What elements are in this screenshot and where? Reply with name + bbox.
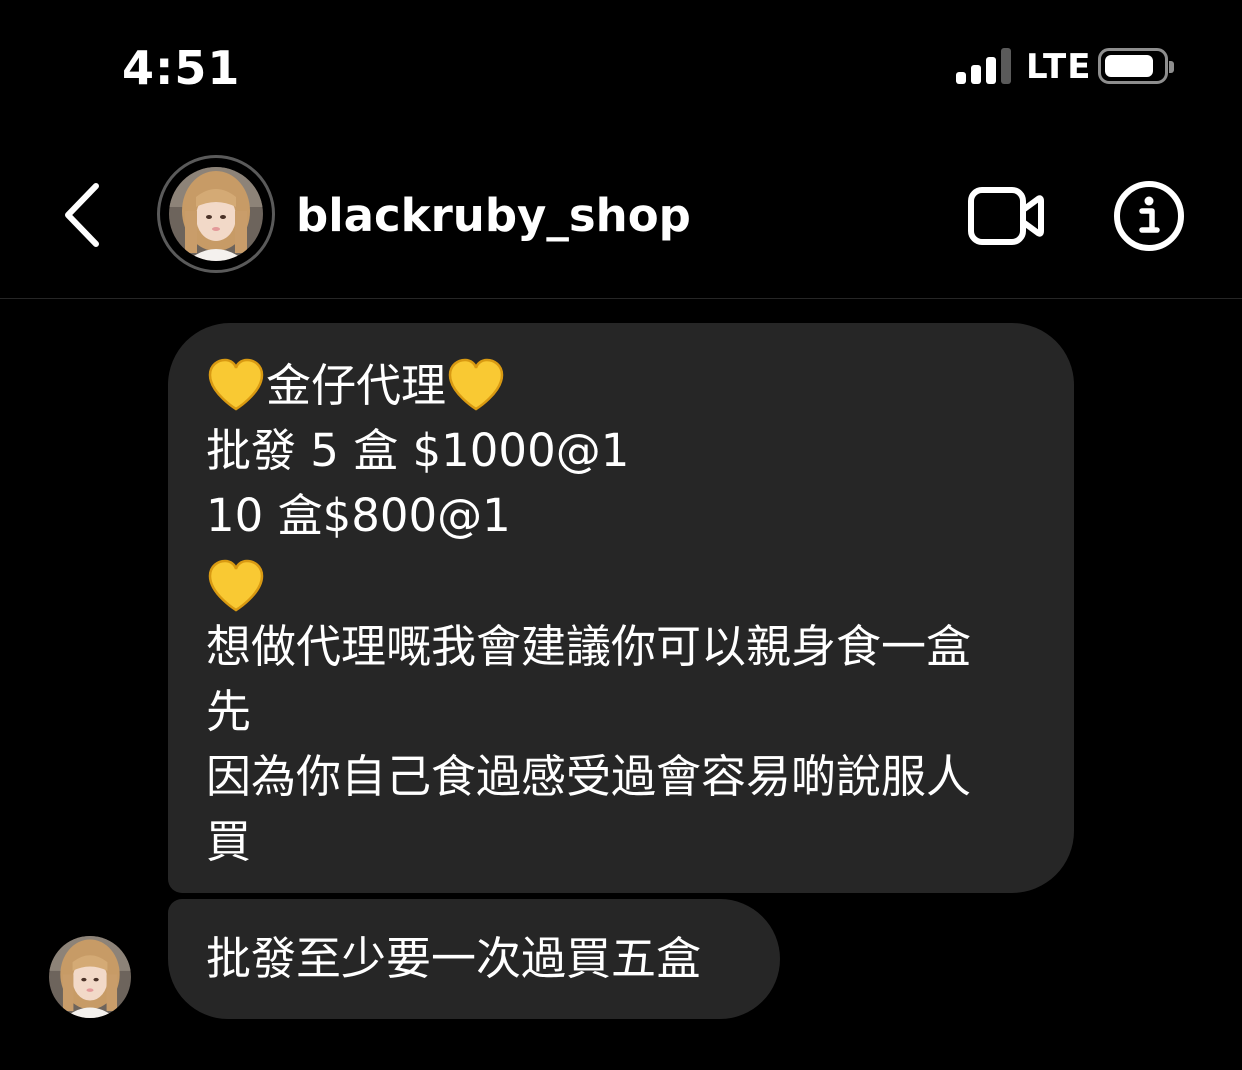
chat-username[interactable]: blackruby_shop: [296, 188, 691, 244]
back-button[interactable]: [58, 180, 110, 250]
message-text: 金仔代理: [266, 359, 447, 412]
message-line: 先: [206, 685, 252, 738]
network-type: LTE: [1026, 47, 1092, 87]
message-line: 買: [206, 815, 252, 868]
yellow-heart-icon: [208, 358, 264, 411]
message-line: [206, 548, 1038, 614]
chevron-left-icon: [65, 183, 99, 247]
header-divider: [0, 298, 1242, 299]
profile-avatar-button[interactable]: [157, 155, 275, 273]
yellow-heart-icon: [448, 358, 504, 411]
message-bubble[interactable]: 金仔代理 批發 5 盒 $1000@1 10 盒$800@1 想做代理嘅我會建議…: [168, 323, 1074, 893]
chat-header: blackruby_shop: [0, 130, 1242, 298]
cellular-signal-icon: [956, 48, 1014, 84]
video-call-button[interactable]: [966, 184, 1046, 248]
yellow-heart-icon: [208, 559, 264, 612]
info-button[interactable]: [1113, 180, 1185, 252]
message-line: 批發 5 盒 $1000@1: [206, 424, 630, 477]
message-text: 批發至少要一次過買五盒: [206, 932, 702, 985]
video-camera-icon: [968, 187, 1044, 245]
info-icon: [1114, 181, 1184, 251]
message-line: 因為你自己食過感受過會容易啲說服人: [206, 750, 972, 803]
status-time: 4:51: [122, 41, 241, 95]
status-bar: 4:51 LTE: [0, 0, 1242, 130]
message-line: 想做代理嘅我會建議你可以親身食一盒: [206, 620, 972, 673]
avatar: [169, 167, 263, 261]
message-bubble[interactable]: 批發至少要一次過買五盒: [168, 899, 780, 1019]
message-line: 10 盒$800@1: [206, 489, 511, 542]
message-line: 金仔代理: [206, 353, 1038, 418]
battery-icon: [1098, 48, 1174, 84]
sender-avatar[interactable]: [49, 936, 131, 1018]
